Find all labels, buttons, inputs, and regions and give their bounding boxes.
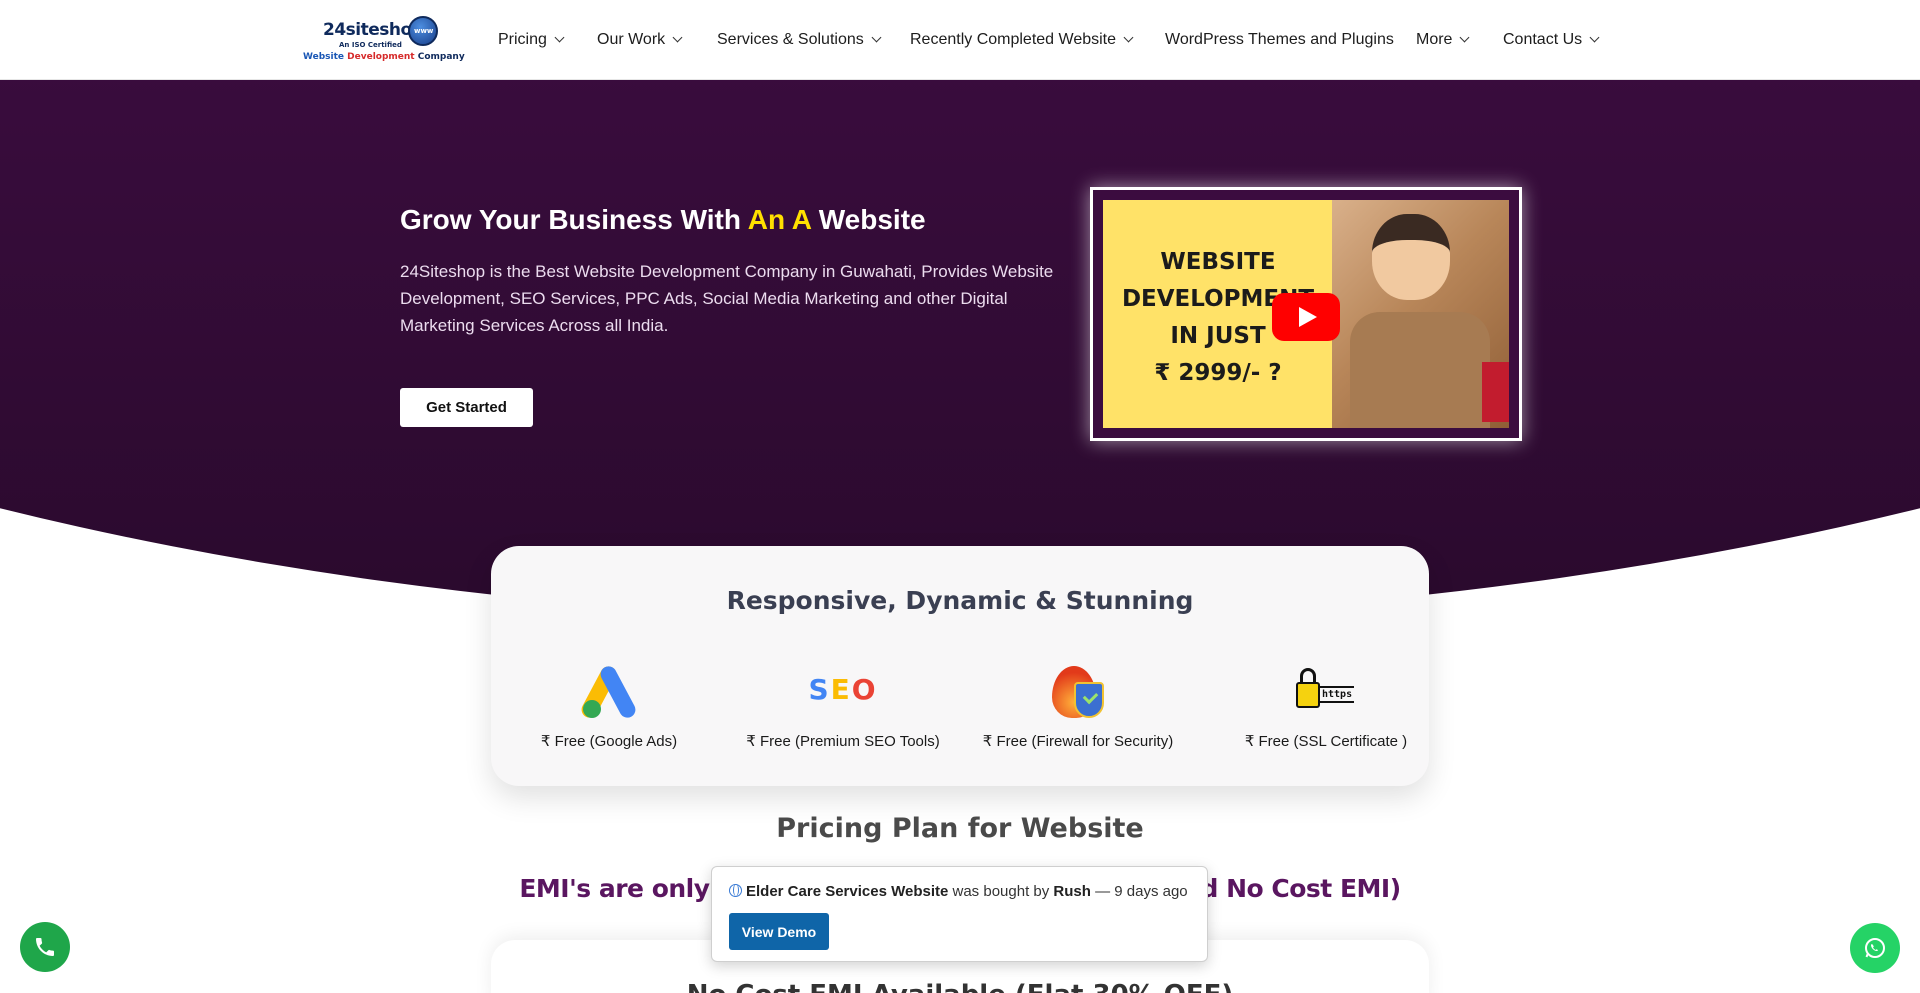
nav-item-wordpress[interactable]: WordPress Themes and Plugins: [1165, 0, 1394, 80]
feature-label: ₹ Free (Premium SEO Tools): [746, 733, 940, 750]
chevron-down-icon: [871, 32, 882, 43]
nav-item-our-work[interactable]: Our Work: [597, 0, 683, 80]
chevron-down-icon: [554, 32, 565, 43]
feature-google-ads: ₹ Free (Google Ads): [494, 662, 724, 750]
logo-tagline-website: Website: [303, 52, 345, 62]
video-thumbnail[interactable]: WEBSITE DEVELOPMENT IN JUST ₹ 2999/- ?: [1103, 200, 1509, 428]
ssl-lock-icon: https: [1294, 662, 1358, 718]
hero-description: 24Siteshop is the Best Website Developme…: [400, 262, 1054, 335]
get-started-button[interactable]: Get Started: [400, 388, 533, 427]
pricing-title: Pricing Plan for Website: [776, 813, 1144, 844]
nav-item-pricing[interactable]: Pricing: [498, 0, 565, 80]
popup-time: — 9 days ago: [1090, 883, 1188, 900]
site-logo[interactable]: 24siteshop www An ISO Certified Website …: [303, 14, 465, 66]
nav-item-recent-websites[interactable]: Recently Completed Website: [910, 0, 1134, 80]
seo-icon-text: SEO: [808, 673, 878, 706]
chevron-down-icon: [1589, 32, 1600, 43]
phone-icon[interactable]: [20, 922, 70, 972]
video-player[interactable]: WEBSITE DEVELOPMENT IN JUST ₹ 2999/- ?: [1090, 187, 1522, 441]
popup-site-name: Elder Care Services Website: [746, 883, 949, 900]
nav-item-label: Contact Us: [1503, 31, 1583, 48]
feature-label: ₹ Free (Google Ads): [540, 733, 678, 750]
seo-icon: SEO: [798, 662, 888, 718]
nav-item-label: Recently Completed Website: [910, 31, 1117, 48]
video-text-line: ₹ 2999/- ?: [1154, 360, 1282, 386]
globe-text: www: [414, 27, 434, 35]
child-coat: [1350, 312, 1490, 428]
nav-item-label: Our Work: [597, 31, 666, 48]
popup-buyer: Rush: [1053, 883, 1091, 900]
logo-tagline-development: Development: [347, 52, 415, 62]
hero-title-highlight: An A: [747, 204, 819, 235]
globe-icon: [729, 884, 742, 897]
globe-icon: www: [408, 16, 438, 46]
popup-message: Elder Care Services Website was bought b…: [729, 883, 1188, 900]
hero-title-end: Website: [818, 204, 926, 235]
hero-title-start: Grow Your Business With: [400, 204, 748, 235]
chevron-down-icon: [1123, 32, 1134, 43]
logo-tagline-company: Company: [417, 52, 465, 62]
chevron-down-icon: [672, 32, 683, 43]
ssl-icon-text: https: [1320, 686, 1355, 703]
play-icon[interactable]: [1272, 293, 1340, 341]
video-text-line: WEBSITE: [1160, 249, 1276, 275]
nav-item-services[interactable]: Services & Solutions: [717, 0, 882, 80]
pricing-card-title: No Cost EMI Available (Flat 30% OFF): [491, 980, 1429, 993]
whatsapp-icon[interactable]: [1850, 923, 1900, 973]
hero-title: Grow Your Business With An A Website: [400, 204, 926, 236]
logo-certified: An ISO Certified: [339, 41, 402, 49]
shopping-bag: [1482, 362, 1509, 422]
popup-text: was bought by: [948, 883, 1054, 900]
chevron-down-icon: [1460, 32, 1470, 43]
top-navbar: 24siteshop www An ISO Certified Website …: [0, 0, 1920, 80]
child-illustration: [1332, 200, 1509, 428]
nav-item-label: Pricing: [498, 31, 547, 48]
recent-purchase-popup: Elder Care Services Website was bought b…: [711, 866, 1208, 962]
features-title: Responsive, Dynamic & Stunning: [726, 586, 1194, 615]
child-head: [1372, 214, 1450, 300]
nav-item-contact[interactable]: Contact Us: [1503, 0, 1600, 80]
nav-item-label: WordPress Themes and Plugins: [1165, 31, 1394, 48]
hero-section: Grow Your Business With An A Website 24S…: [0, 80, 1920, 620]
hero-background: [0, 80, 1920, 620]
google-ads-icon: [577, 662, 641, 721]
logo-tagline: Website Development Company: [303, 52, 465, 62]
firewall-icon: [1046, 662, 1110, 718]
feature-label: ₹ Free (SSL Certificate ): [1244, 733, 1408, 750]
nav-item-more[interactable]: More: [1416, 0, 1470, 80]
nav-item-label: More: [1416, 31, 1453, 48]
feature-seo-tools: SEO ₹ Free (Premium SEO Tools): [728, 662, 958, 750]
feature-firewall: ₹ Free (Firewall for Security): [963, 662, 1193, 750]
view-demo-button[interactable]: View Demo: [729, 913, 829, 950]
nav-item-label: Services & Solutions: [717, 31, 864, 48]
features-card: Responsive, Dynamic & Stunning ₹ Free (G…: [491, 546, 1429, 786]
feature-ssl: https ₹ Free (SSL Certificate ): [1211, 662, 1441, 750]
feature-label: ₹ Free (Firewall for Security): [982, 733, 1174, 750]
